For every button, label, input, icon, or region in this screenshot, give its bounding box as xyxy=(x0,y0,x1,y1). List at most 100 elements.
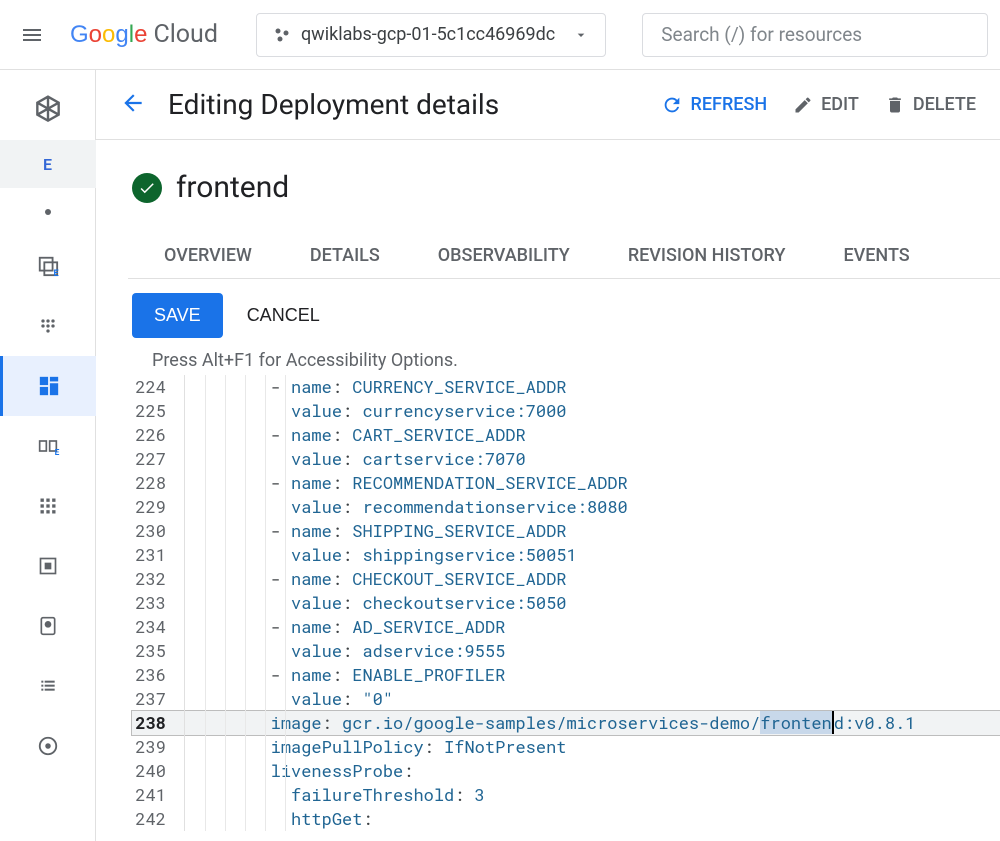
editor-line[interactable]: 226 - name: CART_SERVICE_ADDR xyxy=(132,423,1000,447)
line-number: 235 xyxy=(132,639,184,663)
editor-line[interactable]: 229 value: recommendationservice:8080 xyxy=(132,495,1000,519)
line-number: 230 xyxy=(132,519,184,543)
editor-line[interactable]: 230 - name: SHIPPING_SERVICE_ADDR xyxy=(132,519,1000,543)
line-number: 225 xyxy=(132,399,184,423)
refresh-button[interactable]: REFRESH xyxy=(661,94,768,116)
code-content[interactable]: - name: SHIPPING_SERVICE_ADDR xyxy=(184,519,1000,543)
tab-details[interactable]: DETAILS xyxy=(310,233,380,278)
chevron-down-icon xyxy=(573,27,589,43)
page-title: Editing Deployment details xyxy=(168,88,661,121)
line-number: 229 xyxy=(132,495,184,519)
sidebar-item-2[interactable] xyxy=(0,188,96,236)
delete-button[interactable]: DELETE xyxy=(885,94,976,116)
editor-line[interactable]: 237 value: "0" xyxy=(132,687,1000,711)
editor-line[interactable]: 240 livenessProbe: xyxy=(132,759,1000,783)
editor-line[interactable]: 225 value: currencyservice:7000 xyxy=(132,399,1000,423)
sidebar-item-6[interactable]: E xyxy=(0,416,96,476)
project-selector[interactable]: qwiklabs-gcp-01-5c1cc46969dc xyxy=(256,13,606,57)
save-button[interactable]: SAVE xyxy=(132,293,223,338)
code-content[interactable]: - name: RECOMMENDATION_SERVICE_ADDR xyxy=(184,471,1000,495)
tabs: OVERVIEW DETAILS OBSERVABILITY REVISION … xyxy=(128,233,1000,279)
code-content[interactable]: - name: AD_SERVICE_ADDR xyxy=(184,615,1000,639)
editor-line[interactable]: 235 value: adservice:9555 xyxy=(132,639,1000,663)
back-arrow-icon[interactable] xyxy=(120,90,146,120)
cloud-label: Cloud xyxy=(153,20,218,49)
tab-observability[interactable]: OBSERVABILITY xyxy=(438,233,570,278)
code-content[interactable]: value: recommendationservice:8080 xyxy=(184,495,1000,519)
editor-line[interactable]: 241 failureThreshold: 3 xyxy=(132,783,1000,807)
sidebar-item-4[interactable] xyxy=(0,296,96,356)
code-content[interactable]: imagePullPolicy: IfNotPresent xyxy=(184,735,1000,759)
tab-revision-history[interactable]: REVISION HISTORY xyxy=(628,233,786,278)
sidebar-item-9[interactable] xyxy=(0,596,96,656)
code-content[interactable]: value: currencyservice:7000 xyxy=(184,399,1000,423)
sidebar-item-8[interactable] xyxy=(0,536,96,596)
editor-line[interactable]: 242 httpGet: xyxy=(132,807,1000,831)
project-icon xyxy=(273,26,291,44)
line-number: 236 xyxy=(132,663,184,687)
sidebar-gke-icon[interactable] xyxy=(0,80,96,140)
resource-name: frontend xyxy=(176,170,289,205)
edit-button[interactable]: EDIT xyxy=(793,94,859,116)
code-content[interactable]: httpGet: xyxy=(184,807,1000,831)
editor-line[interactable]: 234 - name: AD_SERVICE_ADDR xyxy=(132,615,1000,639)
line-number: 232 xyxy=(132,567,184,591)
search-placeholder: Search (/) for resources xyxy=(661,23,862,46)
button-row: SAVE CANCEL xyxy=(132,293,1000,338)
editor-line[interactable]: 228 - name: RECOMMENDATION_SERVICE_ADDR xyxy=(132,471,1000,495)
line-number: 234 xyxy=(132,615,184,639)
tab-overview[interactable]: OVERVIEW xyxy=(164,233,252,278)
code-content[interactable]: image: gcr.io/google-samples/microservic… xyxy=(184,711,1000,735)
code-content[interactable]: value: adservice:9555 xyxy=(184,639,1000,663)
editor-line[interactable]: 239 imagePullPolicy: IfNotPresent xyxy=(132,735,1000,759)
code-content[interactable]: - name: ENABLE_PROFILER xyxy=(184,663,1000,687)
menu-icon[interactable] xyxy=(12,15,52,55)
line-number: 242 xyxy=(132,807,184,831)
editor-line[interactable]: 224 - name: CURRENCY_SERVICE_ADDR xyxy=(132,375,1000,399)
editor-line[interactable]: 231 value: shippingservice:50051 xyxy=(132,543,1000,567)
line-number: 239 xyxy=(132,735,184,759)
code-content[interactable]: failureThreshold: 3 xyxy=(184,783,1000,807)
line-number: 241 xyxy=(132,783,184,807)
code-content[interactable]: - name: CHECKOUT_SERVICE_ADDR xyxy=(184,567,1000,591)
sidebar: E E E xyxy=(0,70,96,841)
sidebar-item-7[interactable] xyxy=(0,476,96,536)
line-number: 238 xyxy=(132,711,184,735)
search-input[interactable]: Search (/) for resources xyxy=(642,13,988,57)
status-check-icon xyxy=(132,173,162,203)
resource-header: frontend xyxy=(132,170,1000,205)
line-number: 227 xyxy=(132,447,184,471)
refresh-icon xyxy=(661,94,683,116)
code-content[interactable]: - name: CURRENCY_SERVICE_ADDR xyxy=(184,375,1000,399)
editor-line[interactable]: 238 image: gcr.io/google-samples/microse… xyxy=(132,711,1000,735)
code-content[interactable]: livenessProbe: xyxy=(184,759,1000,783)
line-number: 226 xyxy=(132,423,184,447)
editor-line[interactable]: 227 value: cartservice:7070 xyxy=(132,447,1000,471)
editor-line[interactable]: 233 value: checkoutservice:5050 xyxy=(132,591,1000,615)
sidebar-item-11[interactable] xyxy=(0,716,96,776)
code-content[interactable]: value: "0" xyxy=(184,687,1000,711)
line-number: 233 xyxy=(132,591,184,615)
tab-events[interactable]: EVENTS xyxy=(843,233,909,278)
code-content[interactable]: - name: CART_SERVICE_ADDR xyxy=(184,423,1000,447)
cancel-button[interactable]: CANCEL xyxy=(247,305,320,326)
google-cloud-logo[interactable]: Google Cloud xyxy=(70,20,218,49)
code-content[interactable]: value: checkoutservice:5050 xyxy=(184,591,1000,615)
sidebar-item-10[interactable] xyxy=(0,656,96,716)
line-number: 224 xyxy=(132,375,184,399)
sidebar-item-3[interactable]: E xyxy=(0,236,96,296)
line-number: 231 xyxy=(132,543,184,567)
line-number: 228 xyxy=(132,471,184,495)
editor-line[interactable]: 236 - name: ENABLE_PROFILER xyxy=(132,663,1000,687)
code-content[interactable]: value: shippingservice:50051 xyxy=(184,543,1000,567)
top-bar: Google Cloud qwiklabs-gcp-01-5c1cc46969d… xyxy=(0,0,1000,70)
editor-line[interactable]: 232 - name: CHECKOUT_SERVICE_ADDR xyxy=(132,567,1000,591)
code-content[interactable]: value: cartservice:7070 xyxy=(184,447,1000,471)
sidebar-item-e[interactable]: E xyxy=(0,140,96,188)
page-header: Editing Deployment details REFRESH EDIT … xyxy=(96,70,1000,140)
project-name: qwiklabs-gcp-01-5c1cc46969dc xyxy=(301,24,555,45)
sidebar-item-workloads[interactable] xyxy=(0,356,96,416)
yaml-editor[interactable]: 224 - name: CURRENCY_SERVICE_ADDR225 val… xyxy=(132,375,1000,831)
svg-text:E: E xyxy=(53,269,58,277)
edit-icon xyxy=(793,95,813,115)
